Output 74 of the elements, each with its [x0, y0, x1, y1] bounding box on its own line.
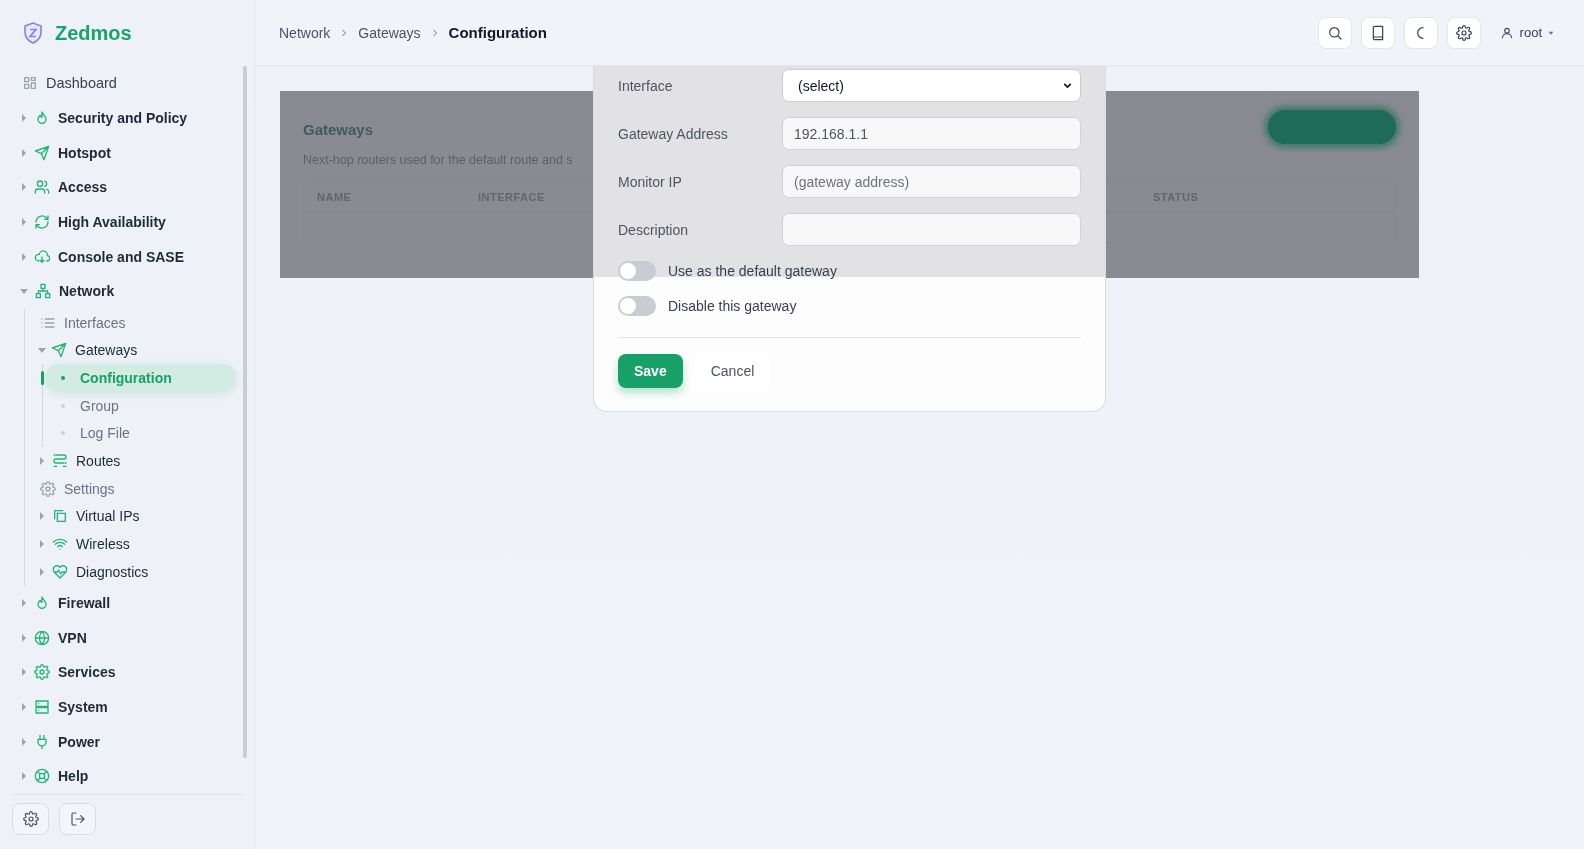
heart-pulse-icon [52, 563, 68, 580]
settings-button[interactable] [12, 803, 49, 835]
card-title: Gateways [303, 121, 375, 138]
nav-group[interactable]: Services [0, 655, 240, 690]
field-label: Monitor IP [618, 173, 683, 190]
grid-icon [22, 75, 38, 92]
user-menu[interactable]: root [1493, 21, 1560, 44]
flame-icon [34, 595, 50, 612]
interface-select[interactable]: (select) [782, 69, 1081, 102]
plug-icon [34, 733, 50, 750]
toggle-label: Disable this gateway [668, 298, 797, 314]
globe-icon [34, 629, 50, 646]
paper-plane-icon [51, 342, 67, 359]
nav-group[interactable]: Firewall [0, 585, 240, 621]
nav-group[interactable]: Hotspot [0, 135, 240, 171]
nav-group[interactable]: Security and Policy [0, 100, 240, 136]
nav-item[interactable]: Group [45, 391, 236, 420]
nav-group[interactable]: VPN [0, 620, 240, 656]
gear-icon [22, 811, 39, 827]
search-button[interactable] [1317, 16, 1352, 49]
search-icon [1326, 24, 1343, 41]
logout-button[interactable] [59, 803, 96, 835]
field-label: Description [618, 221, 690, 238]
field-label: Interface [618, 77, 674, 94]
toggle-label: Use as the default gateway [668, 263, 837, 279]
nav-item[interactable]: Interfaces [38, 308, 240, 337]
nav-group[interactable]: Virtual IPs [38, 502, 240, 531]
flame-icon [34, 110, 50, 127]
refresh-icon [34, 214, 50, 231]
users-icon [34, 179, 50, 196]
toggle-switch[interactable] [618, 296, 656, 316]
nav-group[interactable]: Diagnostics [38, 558, 240, 586]
copy-icon [52, 508, 68, 525]
nav-item[interactable]: Settings [38, 474, 240, 503]
nav-group[interactable]: Console and SASE [0, 239, 240, 275]
network-icon [35, 283, 51, 300]
input-field[interactable] [782, 213, 1081, 246]
wifi-icon [52, 536, 68, 553]
nav-item[interactable]: Log File [45, 419, 236, 448]
field-label: Gateway Address [618, 125, 729, 142]
breadcrumb-link[interactable]: Gateways [358, 24, 421, 41]
page-title: Configuration [448, 24, 547, 41]
nav-group[interactable]: Routes [38, 447, 240, 475]
breadcrumb-link[interactable]: Network [279, 24, 331, 41]
settings-icon [34, 664, 50, 681]
settings-icon [1455, 24, 1472, 41]
moon-button[interactable] [1403, 16, 1438, 49]
caret-icon [1548, 29, 1554, 36]
nav-group[interactable]: Access [0, 170, 240, 205]
input-field[interactable]: (gateway address) [782, 165, 1081, 198]
add-button[interactable] [1268, 110, 1396, 144]
nav-group[interactable]: Power [0, 724, 240, 760]
server-icon [34, 699, 50, 716]
nav-group[interactable]: Gateways [38, 336, 240, 365]
book-button[interactable] [1360, 16, 1395, 49]
shield-logo-icon [21, 20, 45, 46]
toggle-switch[interactable] [618, 261, 656, 281]
nav-group[interactable]: High Availability [0, 204, 240, 240]
nav-group[interactable]: System [0, 689, 240, 725]
nav-group[interactable]: Network [0, 274, 240, 309]
lifebuoy-icon [34, 768, 50, 785]
brand-name: Zedmos [55, 21, 132, 45]
settings-button[interactable] [1446, 16, 1481, 49]
scrollbar[interactable] [243, 66, 247, 758]
logout-icon [69, 811, 86, 827]
user-icon [1499, 25, 1514, 40]
paper-plane-icon [34, 144, 50, 161]
settings-icon [40, 480, 56, 497]
route-icon [52, 453, 68, 470]
nav-group[interactable]: Wireless [38, 530, 240, 558]
input-field[interactable]: 192.168.1.1 [782, 117, 1081, 150]
cloud-icon [34, 248, 50, 265]
nav-group[interactable]: Help [0, 759, 240, 792]
nav-item[interactable]: Dashboard [0, 66, 240, 101]
